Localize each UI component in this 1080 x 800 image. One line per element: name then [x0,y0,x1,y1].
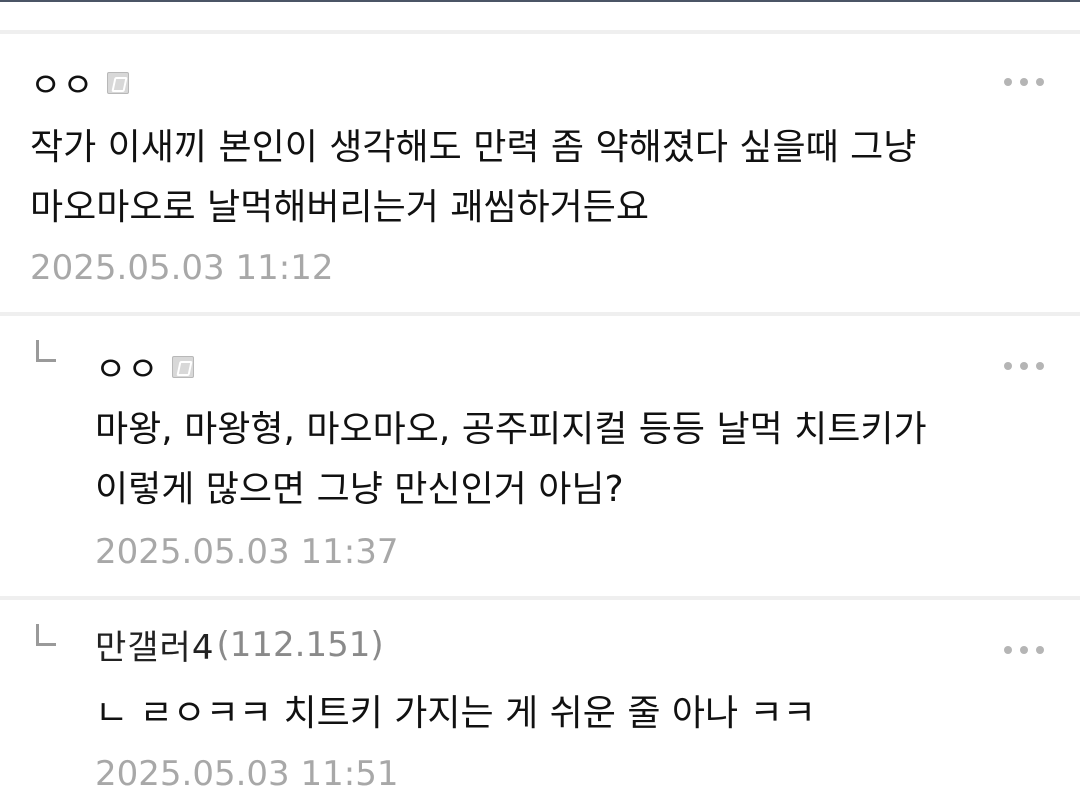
fixed-nick-icon [106,71,129,94]
nickname[interactable]: ㅇㅇ [95,342,160,391]
comment-date: 2025.05.03 11:37 [95,532,399,572]
more-dots-icon[interactable] [1004,646,1044,654]
top-bar [0,0,1080,32]
comment-line: ㄴ ㄹㅇㅋㅋ 치트키 가지는 게 쉬운 줄 아나 ㅋㅋ [95,693,816,734]
more-dots-icon[interactable] [1004,362,1044,370]
divider [0,312,1080,316]
comment-author: ㅇㅇ [95,342,194,391]
nickname[interactable]: 만갤러4 [95,620,214,669]
more-dots-icon[interactable] [1004,78,1044,86]
comment-date: 2025.05.03 11:51 [95,754,399,794]
comment-line: 이렇게 많으면 그냥 만신인거 아님? [95,469,624,510]
divider [0,30,1080,34]
comment-author: 만갤러4 (112.151) [95,620,384,669]
comment-author: ㅇㅇ [30,58,129,107]
comment-text: 마왕, 마왕형, 마오마오, 공주피지컬 등등 날먹 치트키가 이렇게 많으면 … [95,400,927,520]
fixed-nick-icon [171,355,194,378]
comment-text: 작가 이새끼 본인이 생각해도 만력 좀 약해졌다 싶을때 그냥 마오마오로 날… [30,118,916,238]
nickname[interactable]: ㅇㅇ [30,58,95,107]
reply-arrow-icon [36,340,56,362]
ip-address: (112.151) [216,624,384,665]
comment-text: ㄴ ㄹㅇㅋㅋ 치트키 가지는 게 쉬운 줄 아나 ㅋㅋ [95,684,816,744]
divider [0,596,1080,600]
comment-line: 마왕, 마왕형, 마오마오, 공주피지컬 등등 날먹 치트키가 [95,409,927,450]
comment-line: 마오마오로 날먹해버리는거 괘씸하거든요 [30,187,650,228]
reply-arrow-icon [36,624,56,646]
comment-line: 작가 이새끼 본인이 생각해도 만력 좀 약해졌다 싶을때 그냥 [30,127,917,168]
comment-date: 2025.05.03 11:12 [30,248,334,288]
